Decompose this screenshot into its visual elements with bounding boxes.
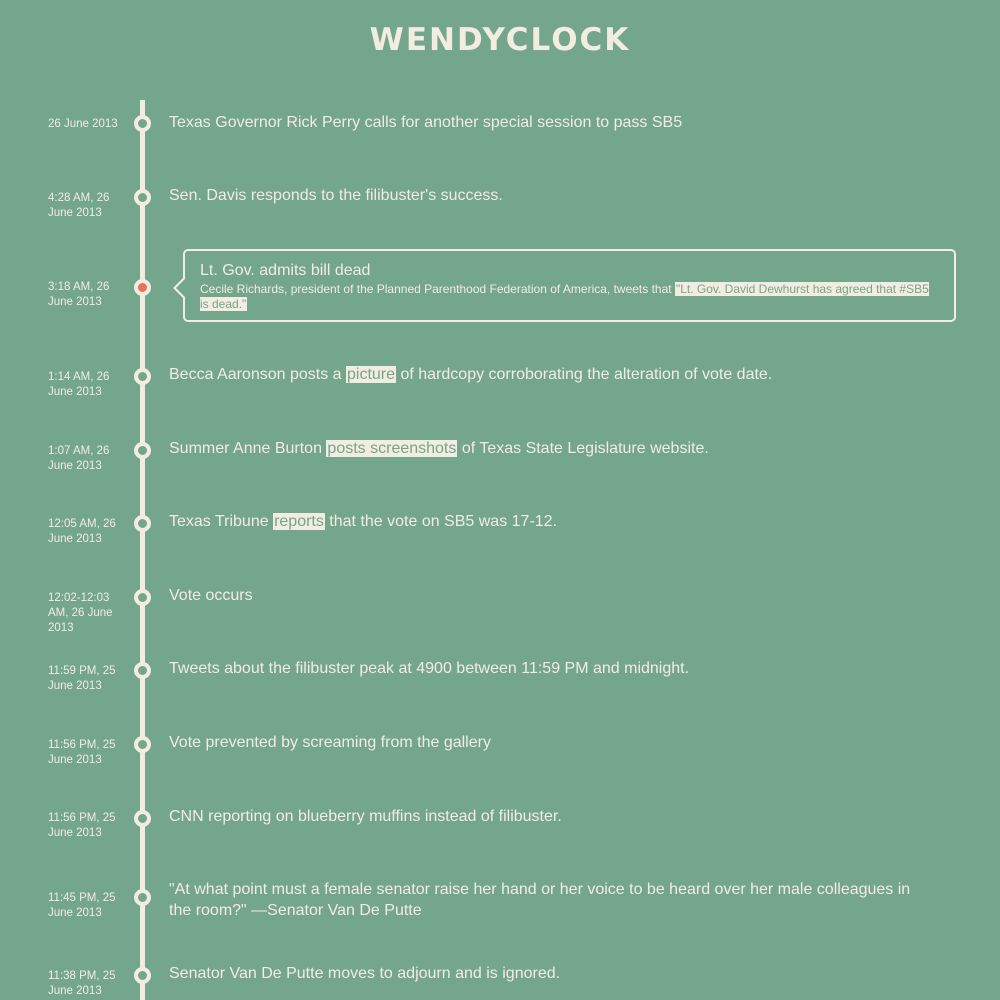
- entry-date: 11:56 PM, 25 June 2013: [48, 812, 116, 839]
- entry-date: 11:56 PM, 25 June 2013: [48, 739, 116, 766]
- entry-text-pre: Becca Aaronson posts a: [169, 366, 346, 383]
- entry-text: CNN reporting on blueberry muffins inste…: [169, 808, 562, 825]
- timeline-dot[interactable]: [134, 810, 151, 827]
- entry-text: Texas Governor Rick Perry calls for anot…: [169, 114, 683, 131]
- callout-body: Cecile Richards, president of the Planne…: [200, 282, 939, 312]
- entry-text-post: of Texas State Legislature website.: [457, 440, 709, 457]
- screenshots-link[interactable]: posts screenshots: [326, 440, 458, 457]
- timeline-dot[interactable]: [134, 515, 151, 532]
- entry-text: Vote prevented by screaming from the gal…: [169, 734, 491, 751]
- entry-date: 12:02-12:03 AM, 26 June 2013: [48, 592, 113, 634]
- entry-callout: Lt. Gov. admits bill dead Cecile Richard…: [173, 249, 956, 322]
- timeline-dot[interactable]: [134, 115, 151, 132]
- entry-text: Vote occurs: [169, 587, 253, 604]
- timeline-dot[interactable]: [134, 589, 151, 606]
- picture-link[interactable]: picture: [346, 366, 397, 383]
- reports-link[interactable]: reports: [273, 513, 325, 530]
- entry-date: 1:07 AM, 26 June 2013: [48, 445, 110, 472]
- callout-arrow-fill: [176, 279, 185, 297]
- entry-text-post: of hardcopy corroborating the alteration…: [396, 366, 773, 383]
- entry-date: 11:45 PM, 25 June 2013: [48, 892, 116, 919]
- timeline-line: [140, 100, 145, 1000]
- entry-text-post: that the vote on SB5 was 17-12.: [324, 513, 558, 530]
- callout-body-text: Cecile Richards, president of the Planne…: [200, 282, 675, 296]
- timeline-dot[interactable]: [134, 889, 151, 906]
- entry-text-pre: Texas Tribune: [169, 513, 274, 530]
- entry-date: 1:14 AM, 26 June 2013: [48, 371, 110, 398]
- entry-date: 11:59 PM, 25 June 2013: [48, 665, 116, 692]
- entry-date: 26 June 2013: [48, 118, 118, 130]
- entry-text: Summer Anne Burton posts screenshots of …: [169, 438, 929, 459]
- timeline-dot[interactable]: [134, 662, 151, 679]
- entry-text: Sen. Davis responds to the filibuster's …: [169, 187, 503, 204]
- entry-date: 12:05 AM, 26 June 2013: [48, 518, 116, 545]
- entry-text: Tweets about the filibuster peak at 4900…: [169, 660, 690, 677]
- entry-text: Senator Van De Putte moves to adjourn an…: [169, 965, 561, 982]
- callout-title: Lt. Gov. admits bill dead: [200, 262, 371, 279]
- entry-text-pre: Summer Anne Burton: [169, 440, 327, 457]
- timeline-dot[interactable]: [134, 967, 151, 984]
- timeline-dot[interactable]: [134, 442, 151, 459]
- timeline-dot[interactable]: [134, 368, 151, 385]
- entry-text: Becca Aaronson posts a picture of hardco…: [169, 364, 929, 385]
- entry-text: "At what point must a female senator rai…: [169, 881, 911, 919]
- timeline-dot[interactable]: [134, 189, 151, 206]
- entry-date: 4:28 AM, 26 June 2013: [48, 192, 110, 219]
- entry-date: 3:18 AM, 26 June 2013: [48, 281, 110, 308]
- entry-date: 11:38 PM, 25 June 2013: [48, 970, 116, 997]
- timeline-dot[interactable]: [134, 736, 151, 753]
- site-title[interactable]: WENDYCLOCK: [0, 22, 1000, 58]
- entry-text: Texas Tribune reports that the vote on S…: [169, 511, 929, 532]
- timeline-dot-active[interactable]: [134, 279, 151, 296]
